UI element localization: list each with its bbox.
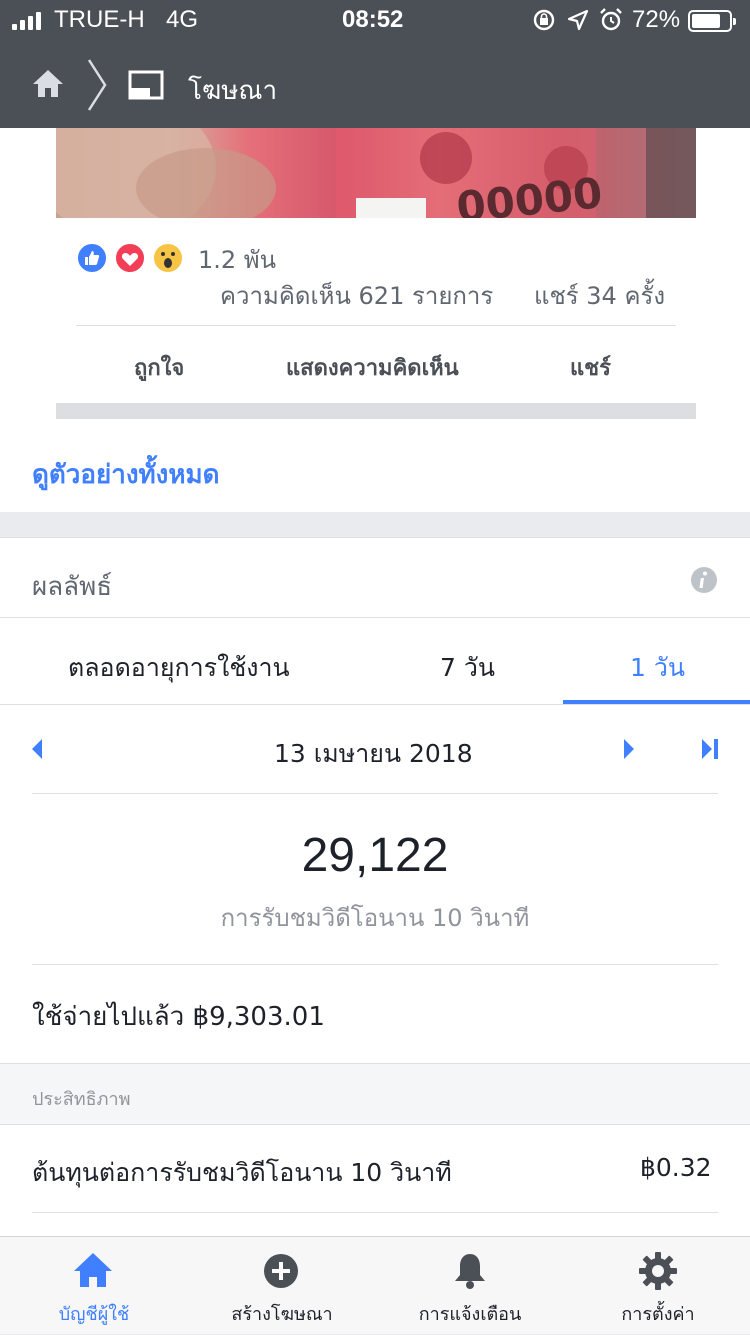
cost-per-view-value: ฿0.32 (640, 1153, 712, 1182)
home-icon[interactable] (32, 68, 64, 98)
comment-count[interactable]: ความคิดเห็น 621 รายการ (220, 276, 493, 315)
love-reaction-icon (114, 242, 146, 274)
create-plus-icon (264, 1254, 298, 1288)
share-count[interactable]: แชร์ 34 ครั้ง (534, 276, 665, 315)
see-all-previews-link[interactable]: ดูตัวอย่างทั้งหมด (32, 454, 220, 495)
tab-lifetime[interactable]: ตลอดอายุการใช้งาน (68, 648, 290, 688)
tab-settings[interactable]: การตั้งค่า (564, 1237, 750, 1335)
divider (0, 704, 750, 705)
like-reaction-icon (76, 242, 108, 274)
like-button[interactable]: ถูกใจ (134, 350, 184, 385)
divider (0, 617, 750, 618)
cost-per-view-label: ต้นทุนต่อการรับชมวิดีโอนาน 10 วินาที (32, 1158, 452, 1187)
bell-icon (455, 1254, 485, 1289)
comment-button[interactable]: แสดงความคิดเห็น (286, 350, 459, 385)
amount-spent: ใช้จ่ายไปแล้ว ฿9,303.01 (32, 1002, 325, 1032)
preview-section: ดูตัวอย่างทั้งหมด (0, 426, 750, 512)
carrier-label: TRUE-H (54, 6, 145, 33)
top-bar: TRUE-H 4G 08:52 72% โฆษณา (0, 0, 750, 128)
arrow-left-icon[interactable] (30, 738, 44, 760)
post-image: 00000 (56, 128, 696, 218)
results-section: ผลลัพธ์ ตลอดอายุการใช้งาน 7 วัน 1 วัน 13… (0, 537, 750, 1063)
performance-label: ประสิทธิภาพ (32, 1089, 131, 1110)
card-bottom-border (56, 403, 696, 419)
tab-account[interactable]: บัญชีผู้ใช้ (0, 1237, 188, 1335)
wow-reaction-icon (152, 242, 184, 274)
tab-7-days[interactable]: 7 วัน (440, 648, 495, 688)
performance-header: ประสิทธิภาพ (0, 1063, 750, 1125)
tab-create-ad[interactable]: สร้างโฆษณา (188, 1237, 376, 1335)
home-icon (74, 1253, 112, 1287)
alarm-icon (600, 8, 622, 31)
tab-label: การแจ้งเตือน (418, 1304, 522, 1325)
arrow-right-icon[interactable] (622, 738, 636, 760)
info-icon[interactable] (690, 566, 718, 594)
gear-icon (639, 1252, 677, 1290)
tab-label: การตั้งค่า (621, 1304, 695, 1325)
divider (32, 964, 718, 965)
clock: 08:52 (342, 6, 404, 33)
tab-1-day[interactable]: 1 วัน (630, 648, 685, 688)
location-icon (567, 9, 589, 31)
divider (76, 325, 676, 326)
performance-section: ต้นทุนต่อการรับชมวิดีโอนาน 10 วินาที ฿0.… (0, 1125, 750, 1236)
metric-value: 29,122 (301, 829, 449, 882)
rotation-lock-icon (533, 9, 555, 31)
reaction-count[interactable]: 1.2 พัน (198, 240, 276, 279)
nav-title: โฆษณา (188, 76, 278, 106)
divider (32, 1212, 718, 1213)
bottom-tab-bar: บัญชีผู้ใช้ สร้างโฆษณา การแจ้งเตือน การต… (0, 1236, 750, 1334)
chevron-right-icon (87, 59, 107, 111)
results-title: ผลลัพธ์ (32, 572, 113, 602)
metric-label: การรับชมวิดีโอนาน 10 วินาที (220, 904, 530, 932)
network-label: 4G (166, 6, 199, 33)
battery-icon (688, 10, 736, 32)
tab-label: สร้างโฆษณา (231, 1304, 333, 1325)
date-label: 13 เมษายน 2018 (274, 739, 473, 768)
share-button[interactable]: แชร์ (570, 350, 611, 385)
skip-end-icon[interactable] (700, 738, 720, 760)
divider (32, 793, 718, 794)
tab-label: บัญชีผู้ใช้ (58, 1304, 130, 1325)
signal-icon (12, 12, 46, 30)
battery-percent: 72% (632, 6, 681, 33)
ad-layout-icon (128, 70, 164, 100)
tab-notifications[interactable]: การแจ้งเตือน (376, 1237, 564, 1335)
